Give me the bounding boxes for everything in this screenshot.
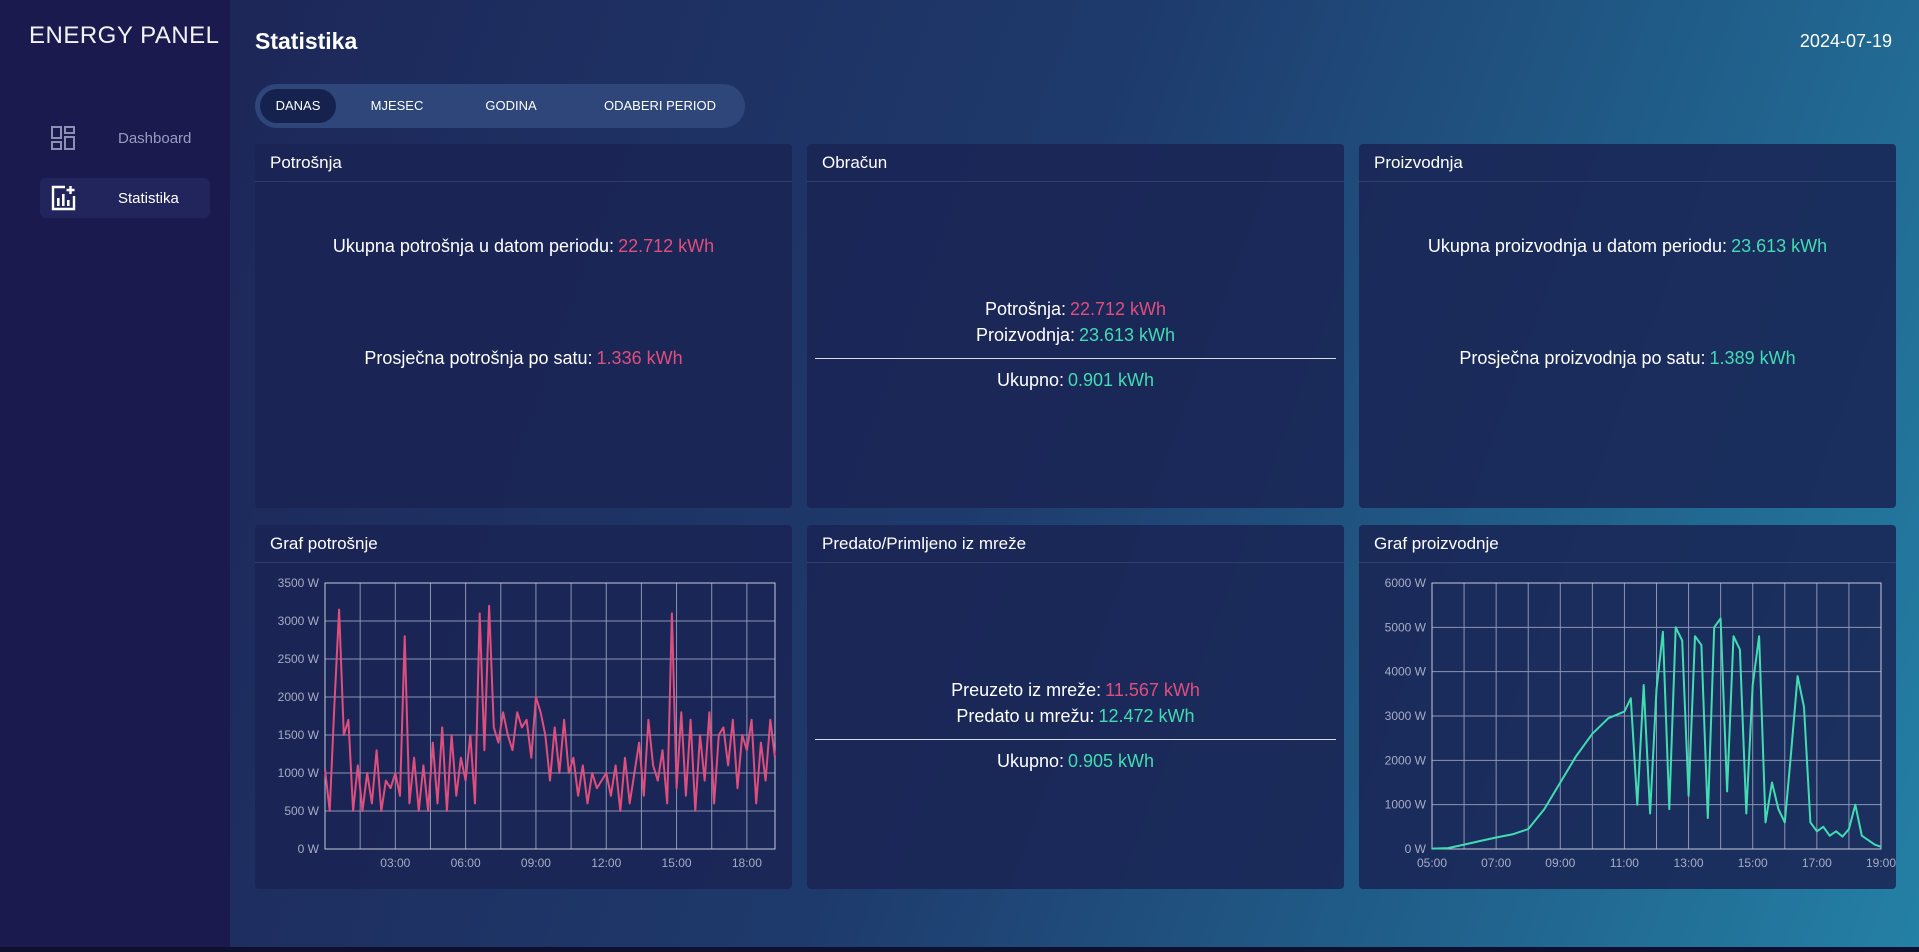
- consumption-chart: 0 W 500 W 1000 W 1500 W 2000 W 2500 W 3000 W 35…: [278, 576, 776, 870]
- grid-total: Ukupno: 0.905 kWh: [807, 751, 1344, 772]
- x-tick-label: 06:00: [451, 856, 481, 870]
- card-proizvodnja: Proizvodnja Ukupna proizvodnja u datom p…: [1359, 144, 1896, 508]
- stat-label: Preuzeto iz mreže:: [951, 680, 1102, 700]
- stat-label: Ukupno:: [996, 370, 1064, 390]
- stat-value: 1.336 kWh: [596, 348, 683, 368]
- dashboard-grid-icon: [50, 125, 76, 151]
- y-tick-label: 500 W: [284, 804, 319, 818]
- x-tick-label: 18:00: [732, 856, 762, 870]
- x-tick-label: 03:00: [380, 856, 410, 870]
- y-tick-label: 3000 W: [1385, 709, 1427, 723]
- billing-total: Ukupno: 0.901 kWh: [807, 370, 1344, 391]
- stat-value: 22.712 kWh: [618, 236, 715, 256]
- stat-label: Potrošnja:: [984, 299, 1066, 319]
- stat-label: Proizvodnja:: [975, 325, 1075, 345]
- series-line-consumption: [324, 604, 776, 812]
- y-tick-label: 2000 W: [1385, 753, 1427, 767]
- y-tick-label: 5000 W: [1385, 620, 1427, 634]
- card-title: Predato/Primljeno iz mreže: [807, 525, 1344, 563]
- card-mreza: Predato/Primljeno iz mreže Preuzeto iz m…: [807, 525, 1344, 889]
- y-tick-label: 3000 W: [278, 614, 320, 628]
- y-tick-label: 1000 W: [1385, 798, 1427, 812]
- chart-add-icon: [50, 185, 76, 211]
- stat-value: 23.613 kWh: [1079, 325, 1176, 345]
- sidebar-item-dashboard[interactable]: Dashboard: [40, 118, 210, 158]
- y-tick-label: 6000 W: [1385, 576, 1427, 590]
- stat-value: 0.905 kWh: [1068, 751, 1155, 771]
- x-tick-label: 11:00: [1610, 856, 1639, 870]
- stat-label: Predato u mrežu:: [956, 706, 1095, 726]
- tab-danas[interactable]: DANAS: [260, 89, 336, 123]
- card-graf-potrosnje: Graf potrošnje 0 W 500 W 1000 W 1500 W 2000 …: [255, 525, 792, 889]
- average-production: Prosječna proizvodnja po satu: 1.389 kWh: [1359, 348, 1896, 369]
- stat-label: Ukupno:: [996, 751, 1064, 771]
- x-tick-label: 19:00: [1866, 856, 1896, 870]
- current-date: 2024-07-19: [1799, 31, 1892, 51]
- average-consumption: Prosječna potrošnja po satu: 1.336 kWh: [255, 348, 792, 369]
- stat-label: Prosječna potrošnja po satu:: [364, 348, 593, 368]
- stat-value: 1.389 kWh: [1709, 348, 1796, 368]
- stat-value: 23.613 kWh: [1731, 236, 1828, 256]
- period-tabs: DANAS MJESEC GODINA ODABERI PERIOD: [255, 84, 745, 128]
- billing-consumption: Potrošnja: 22.712 kWh: [807, 299, 1344, 320]
- x-tick-label: 13:00: [1674, 856, 1704, 870]
- y-tick-label: 2500 W: [278, 652, 320, 666]
- y-tick-label: 0 W: [298, 842, 320, 856]
- x-tick-label: 09:00: [1545, 856, 1575, 870]
- grid-delivered: Predato u mrežu: 12.472 kWh: [807, 706, 1344, 727]
- grid-received: Preuzeto iz mreže: 11.567 kWh: [807, 680, 1344, 701]
- card-title: Proizvodnja: [1359, 144, 1896, 182]
- sidebar-item-statistika[interactable]: Statistika: [40, 178, 210, 218]
- card-potrosnja: Potrošnja Ukupna potrošnja u datom perio…: [255, 144, 792, 508]
- bottom-strip: [0, 947, 1919, 952]
- total-consumption: Ukupna potrošnja u datom periodu: 22.712 …: [255, 236, 792, 257]
- x-tick-label: 09:00: [521, 856, 551, 870]
- tab-godina[interactable]: GODINA: [469, 89, 553, 123]
- sidebar-item-label: Statistika: [118, 189, 179, 207]
- divider: [815, 358, 1336, 359]
- brand-logo: ENERGY PANEL: [29, 22, 220, 49]
- x-tick-label: 15:00: [1738, 856, 1768, 870]
- card-graf-proizvodnje: Graf proizvodnje 0 W 1000 W 2000 W 3000 W 40…: [1359, 525, 1896, 889]
- y-tick-label: 2000 W: [278, 690, 320, 704]
- page-title: Statistika: [255, 28, 358, 54]
- card-title: Graf potrošnje: [255, 525, 792, 563]
- tab-mjesec[interactable]: MJESEC: [357, 89, 437, 123]
- x-tick-label: 05:00: [1417, 856, 1447, 870]
- y-tick-label: 0 W: [1405, 842, 1427, 856]
- y-tick-label: 4000 W: [1385, 665, 1427, 679]
- production-chart: 0 W 1000 W 2000 W 3000 W 4000 W 5000 W 6000 W 0…: [1385, 576, 1896, 870]
- x-tick-label: 15:00: [662, 856, 692, 870]
- stat-value: 12.472 kWh: [1098, 706, 1195, 726]
- sidebar-item-label: Dashboard: [118, 129, 192, 147]
- card-obracun: Obračun Potrošnja: 22.712 kWh Proizvodnja…: [807, 144, 1344, 508]
- card-title: Graf proizvodnje: [1359, 525, 1896, 563]
- stat-value: 0.901 kWh: [1068, 370, 1155, 390]
- card-title: Potrošnja: [255, 144, 792, 182]
- stat-label: Ukupna potrošnja u datom periodu:: [332, 236, 615, 256]
- total-production: Ukupna proizvodnja u datom periodu: 23.61…: [1359, 236, 1896, 257]
- stat-value: 11.567 kWh: [1105, 680, 1200, 700]
- x-tick-label: 17:00: [1802, 856, 1832, 870]
- y-tick-label: 1000 W: [278, 766, 320, 780]
- x-tick-label: 12:00: [591, 856, 621, 870]
- y-tick-label: 1500 W: [278, 728, 320, 742]
- card-title: Obračun: [807, 144, 1344, 182]
- stat-label: Prosječna proizvodnja po satu:: [1459, 348, 1706, 368]
- sidebar: ENERGY PANEL Dashboard Statistika: [0, 0, 230, 947]
- divider: [815, 739, 1336, 740]
- billing-production: Proizvodnja: 23.613 kWh: [807, 325, 1344, 346]
- y-tick-label: 3500 W: [278, 576, 320, 590]
- stat-label: Ukupna proizvodnja u datom periodu:: [1427, 236, 1728, 256]
- stat-value: 22.712 kWh: [1069, 299, 1167, 319]
- plot-frame: [324, 582, 776, 850]
- x-tick-label: 07:00: [1481, 856, 1511, 870]
- tab-odaberi-period[interactable]: ODABERI PERIOD: [585, 89, 735, 123]
- main-content: Statistika 2024-07-19 DANAS MJESEC GODIN…: [230, 0, 1919, 947]
